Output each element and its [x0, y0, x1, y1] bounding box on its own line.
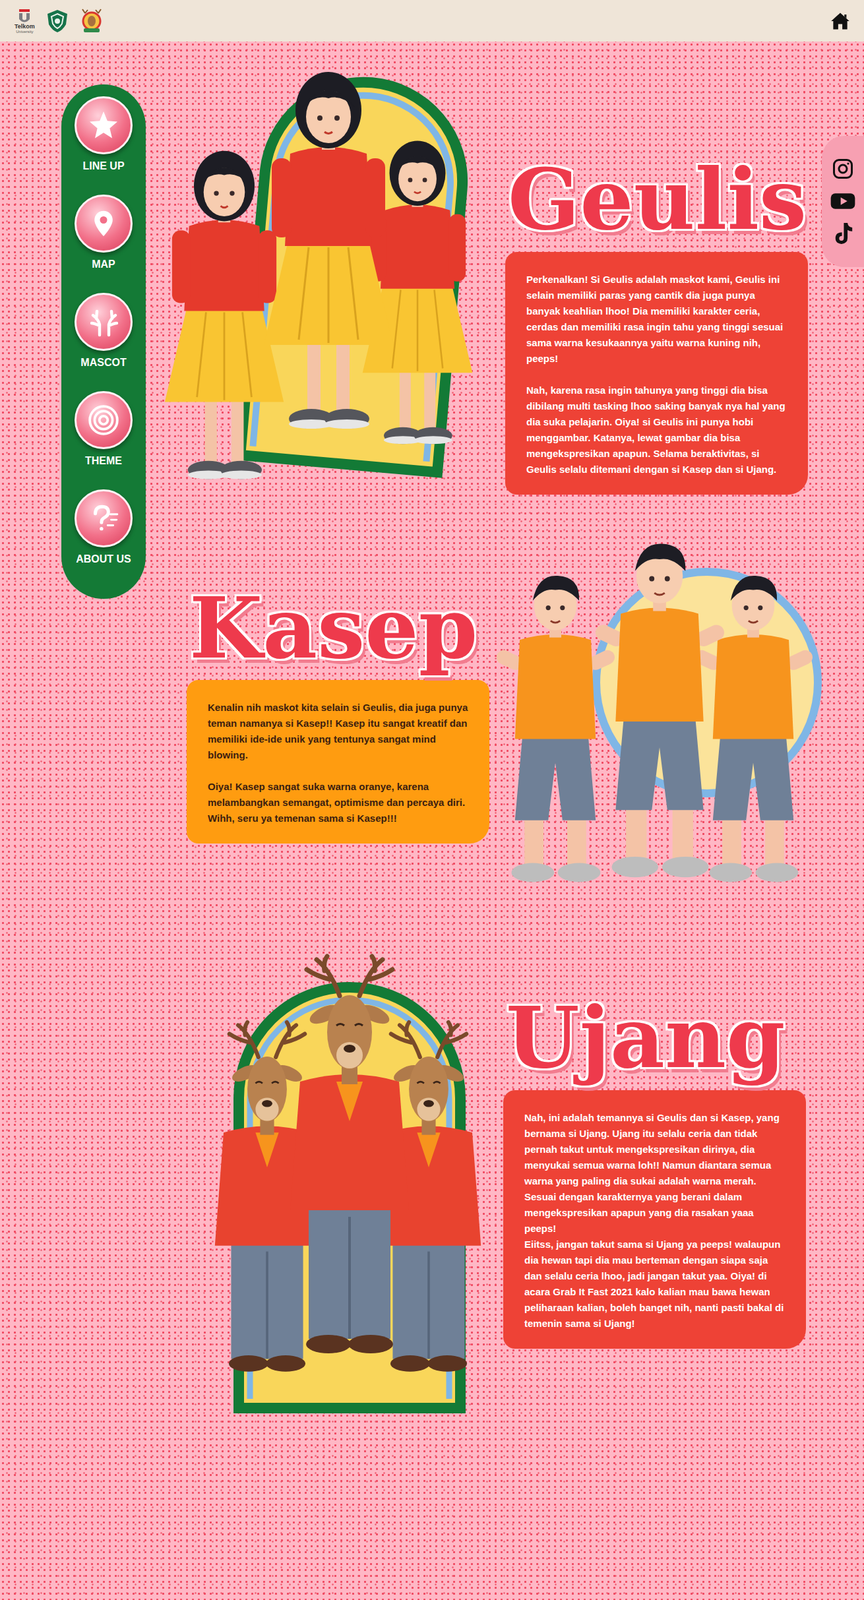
telkom-logo[interactable]: TelkomUniversity [14, 7, 35, 34]
instagram-icon[interactable] [831, 156, 855, 181]
tiktok-icon[interactable] [831, 221, 855, 247]
sidebar-item[interactable]: MASCOT [74, 292, 133, 384]
mascot-title: Geulis [507, 156, 808, 243]
star-icon[interactable] [74, 96, 133, 155]
antlers-icon[interactable] [74, 292, 133, 351]
logo-group: TelkomUniversity [14, 7, 104, 35]
mascot-text: Kasep Kenalin nih maskot kita selain si G… [186, 585, 490, 845]
mascot-section: Geulis Perkenalkan! Si Geulis adalah mask… [163, 42, 864, 495]
sidebar-label[interactable]: MASCOT [80, 354, 126, 371]
home-icon[interactable] [828, 9, 853, 33]
girl-illustration [163, 42, 481, 495]
mascot-card: Perkenalkan! Si Geulis adalah maskot kam… [505, 251, 808, 495]
mascot-card: Nah, ini adalah temannya si Geulis dan s… [503, 1090, 806, 1349]
mascot-section: Ujang Nah, ini adalah temannya si Geulis … [163, 946, 864, 1424]
question-icon[interactable] [74, 489, 133, 548]
mascot-paragraph: Nah, ini adalah temannya si Geulis dan s… [524, 1110, 787, 1332]
page-body: LINE UP MAP MASCOT THEME ABOUT US Geulis Perk… [0, 41, 864, 1600]
mascot-card: Kenalin nih maskot kita selain si Geulis… [186, 679, 490, 844]
social-bar [821, 135, 864, 268]
mascot-text: Geulis Perkenalkan! Si Geulis adalah mask… [505, 156, 808, 495]
logo-subtext: University [15, 29, 33, 34]
mascot-title: Ujang [505, 994, 806, 1081]
rings-icon[interactable] [74, 391, 133, 450]
sidebar-item[interactable]: MAP [74, 194, 133, 285]
sidebar-label[interactable]: THEME [85, 453, 123, 469]
youtube-icon[interactable] [829, 189, 857, 213]
shield-logo-icon[interactable] [45, 8, 70, 34]
mascot-title: Kasep [189, 585, 490, 672]
side-nav: LINE UP MAP MASCOT THEME ABOUT US [61, 84, 146, 599]
sidebar-label[interactable]: ABOUT US [75, 551, 132, 568]
deer-illustration [209, 946, 491, 1424]
boy-illustration [489, 530, 823, 898]
sidebar-item[interactable]: THEME [74, 391, 133, 482]
logo-text: Telkom [14, 23, 35, 30]
sidebar-item[interactable]: LINE UP [74, 96, 133, 187]
mascot-text: Ujang Nah, ini adalah temannya si Geulis … [503, 946, 806, 1349]
mascot-paragraph: Perkenalkan! Si Geulis adalah maskot kam… [526, 271, 789, 367]
event-emblem-icon[interactable] [79, 7, 104, 35]
sidebar-item[interactable]: ABOUT US [74, 489, 133, 580]
sidebar-label[interactable]: LINE UP [82, 158, 124, 175]
sidebar-label[interactable]: MAP [91, 256, 116, 273]
mascot-paragraph: Nah, karena rasa ingin tahunya yang ting… [526, 382, 789, 478]
top-bar: TelkomUniversity [0, 0, 864, 42]
mascot-section: Kasep Kenalin nih maskot kita selain si G… [163, 530, 864, 898]
map-pin-icon[interactable] [74, 194, 133, 253]
mascot-paragraph: Kenalin nih maskot kita selain si Geulis… [207, 699, 470, 764]
telkom-icon [17, 7, 32, 24]
mascot-paragraph: Oiya! Kasep sangat suka warna oranye, ka… [207, 778, 470, 827]
